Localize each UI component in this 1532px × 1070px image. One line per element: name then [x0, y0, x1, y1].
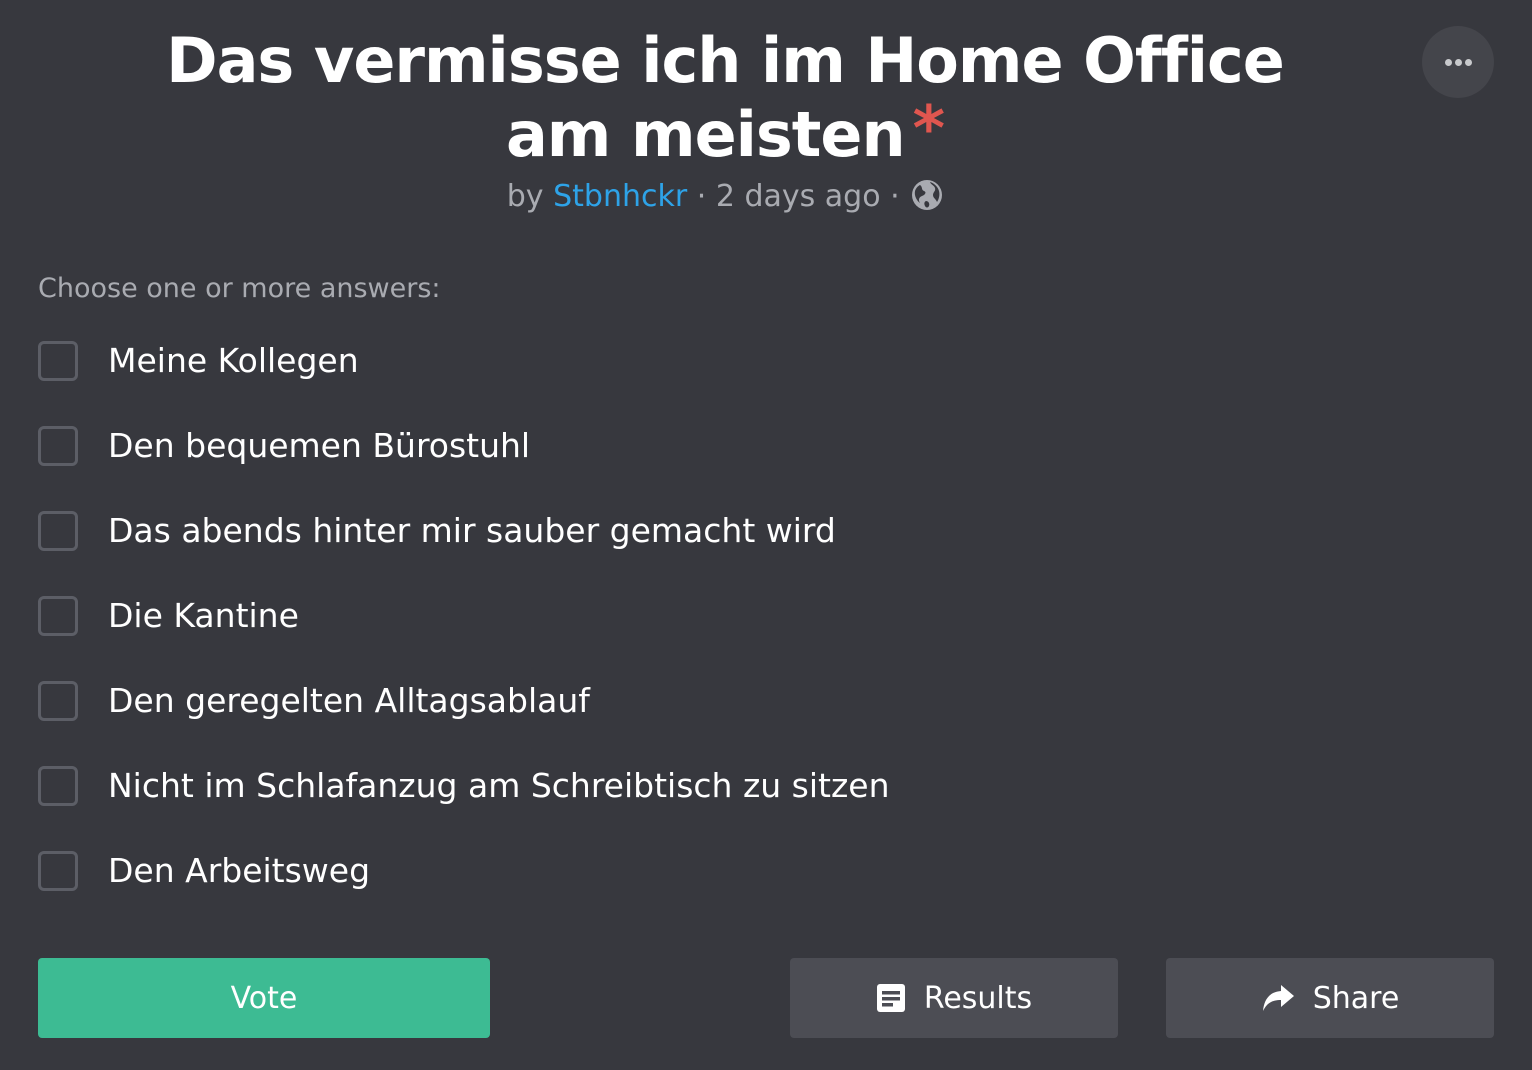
time-ago: 2 days ago [715, 179, 881, 214]
vote-button[interactable]: Vote [38, 958, 490, 1038]
answer-option[interactable]: Die Kantine [38, 593, 890, 638]
meta-separator: · [696, 179, 707, 214]
results-button-label: Results [923, 980, 1033, 1016]
answer-checkbox[interactable] [38, 595, 78, 636]
answer-option[interactable]: Den bequemen Bürostuhl [38, 423, 890, 468]
answer-checkbox[interactable] [38, 850, 78, 891]
share-button-label: Share [1312, 980, 1400, 1016]
required-marker: * [912, 92, 945, 165]
globe-icon [911, 179, 943, 223]
answer-checkbox[interactable] [38, 680, 78, 721]
answer-label: Die Kantine [108, 596, 299, 635]
answer-option[interactable]: Das abends hinter mir sauber gemacht wir… [38, 508, 890, 553]
answer-checkbox[interactable] [38, 340, 78, 381]
answer-options-list: Meine Kollegen Den bequemen Bürostuhl Da… [38, 338, 890, 933]
answer-checkbox[interactable] [38, 510, 78, 551]
more-icon [1444, 58, 1472, 66]
answer-option[interactable]: Den geregelten Alltagsablauf [38, 678, 890, 723]
poll-title: Das vermisse ich im Home Office am meist… [140, 24, 1310, 172]
answer-label: Den Arbeitsweg [108, 851, 371, 890]
answer-checkbox[interactable] [38, 425, 78, 466]
answer-label: Den geregelten Alltagsablauf [108, 681, 590, 720]
more-options-button[interactable] [1422, 26, 1494, 98]
answer-label: Das abends hinter mir sauber gemacht wir… [108, 511, 836, 550]
answer-label: Meine Kollegen [108, 341, 359, 380]
answer-label: Den bequemen Bürostuhl [108, 426, 531, 465]
poll-title-text: Das vermisse ich im Home Office am meist… [166, 24, 1285, 171]
answer-option[interactable]: Den Arbeitsweg [38, 848, 890, 893]
share-button[interactable]: Share [1166, 958, 1494, 1038]
instruction-text: Choose one or more answers: [38, 273, 441, 304]
answer-checkbox[interactable] [38, 765, 78, 806]
author-link[interactable]: Stbnhckr [553, 179, 687, 214]
results-button[interactable]: Results [790, 958, 1118, 1038]
answer-label: Nicht im Schlafanzug am Schreibtisch zu … [108, 766, 890, 805]
meta-separator: · [890, 179, 900, 214]
by-label: by [506, 179, 544, 214]
poll-meta: by Stbnhckr · 2 days ago · [0, 176, 1450, 223]
answer-option[interactable]: Nicht im Schlafanzug am Schreibtisch zu … [38, 763, 890, 808]
results-icon [876, 983, 906, 1013]
share-icon [1261, 983, 1295, 1013]
answer-option[interactable]: Meine Kollegen [38, 338, 890, 383]
vote-button-label: Vote [230, 980, 298, 1016]
poll-page: Das vermisse ich im Home Office am meist… [0, 0, 1532, 1070]
